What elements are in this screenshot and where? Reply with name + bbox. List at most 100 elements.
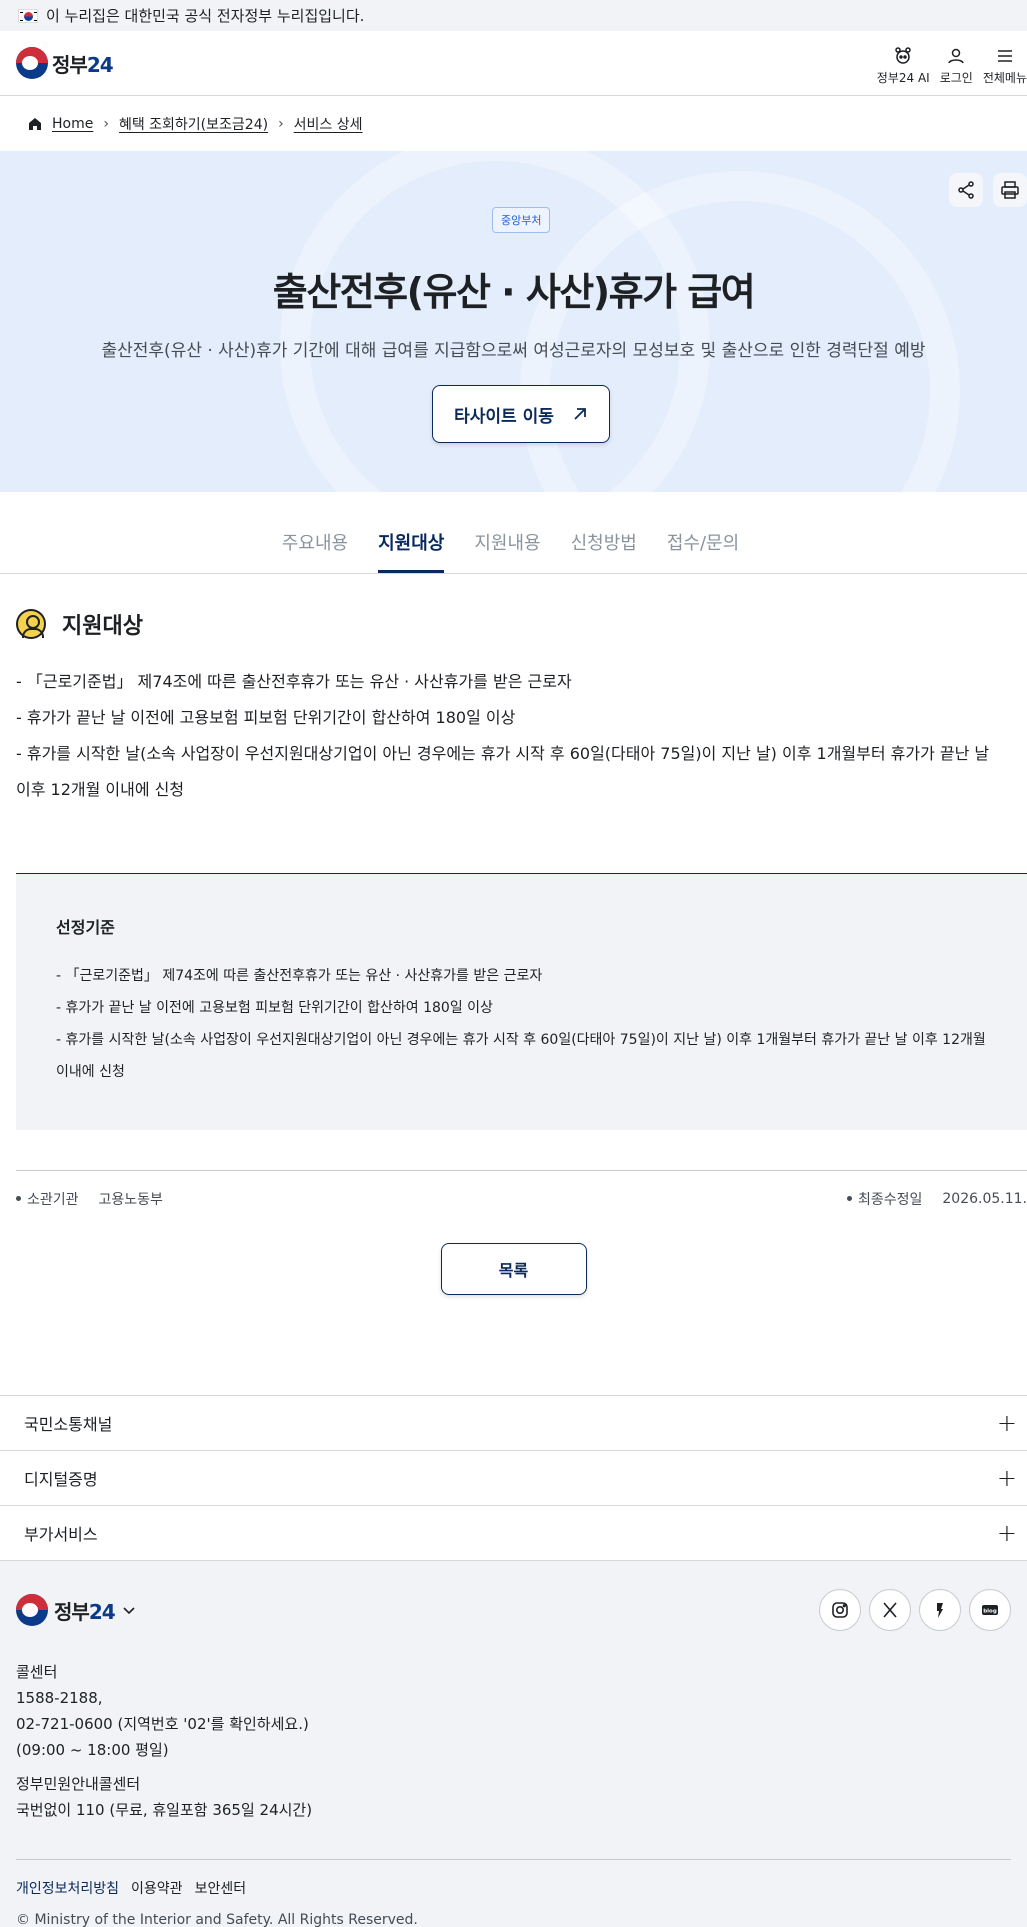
logo-text: 정부 xyxy=(52,52,88,77)
site-footer: 정부24 blog 콜센터 1588-2188, 02-721-0600 (지역… xyxy=(0,1561,1027,1927)
agency-value: 고용노동부 xyxy=(98,1191,163,1208)
section-header: 지원대상 xyxy=(16,608,1027,640)
gov24-logo[interactable]: 정부24 xyxy=(16,47,114,79)
eligibility-list: - 「근로기준법」 제74조에 따른 출산전후휴가 또는 유산 · 사산휴가를 … xyxy=(16,664,1027,808)
section-title: 지원대상 xyxy=(62,614,143,639)
print-button[interactable] xyxy=(993,173,1027,207)
accordion-item-communication[interactable]: 국민소통채널 + xyxy=(0,1396,1027,1451)
gov-center-title: 정부민원안내콜센터 xyxy=(16,1775,141,1793)
footer-logo-dropdown[interactable]: 정부24 xyxy=(16,1594,137,1626)
list-item: - 「근로기준법」 제74조에 따른 출산전후휴가 또는 유산 · 사산휴가를 … xyxy=(56,968,543,984)
accordion-label: 부가서비스 xyxy=(24,1525,98,1544)
chevron-right-icon: › xyxy=(103,115,109,132)
list-item: - 휴가를 시작한 날(소속 사업장이 우선지원대상기업이 아닌 경우에는 휴가… xyxy=(16,744,990,799)
x-icon xyxy=(883,1602,897,1618)
instagram-link[interactable] xyxy=(819,1589,861,1631)
security-center-link[interactable]: 보안센터 xyxy=(195,1878,247,1898)
ai-label: 정부24 AI xyxy=(876,71,930,85)
list-item: - 「근로기준법」 제74조에 따른 출산전후휴가 또는 유산 · 사산휴가를 … xyxy=(16,672,572,691)
service-meta: 소관기관 고용노동부 최종수정일 2026.05.11. xyxy=(16,1170,1027,1226)
page-description: 출산전후(유산 · 사산)휴가 기간에 대해 급여를 지급함으로써 여성근로자의… xyxy=(101,341,926,361)
all-menu-label: 전체메뉴 xyxy=(982,71,1027,85)
terms-link[interactable]: 이용약관 xyxy=(131,1878,183,1898)
user-icon xyxy=(948,48,964,64)
social-links: blog xyxy=(819,1589,1011,1631)
footer-links: 개인정보처리방침 이용약관 보안센터 xyxy=(16,1859,1011,1898)
official-site-banner: 이 누리집은 대한민국 공식 전자정부 누리집입니다. xyxy=(0,0,1027,31)
copyright: © Ministry of the Interior and Safety. A… xyxy=(16,1912,418,1927)
criteria-title: 선정기준 xyxy=(56,918,115,937)
gov-emblem-icon xyxy=(16,1594,48,1626)
external-site-button[interactable]: 타사이트 이동 xyxy=(432,385,610,443)
updated-value: 2026.05.11. xyxy=(942,1190,1027,1207)
selection-criteria-box: 선정기준 - 「근로기준법」 제74조에 따른 출산전후휴가 또는 유산 · 사… xyxy=(16,873,1027,1130)
updated-info: 최종수정일 2026.05.11. xyxy=(846,1189,1027,1209)
call-center-hours: (09:00 ~ 18:00 평일) xyxy=(16,1741,169,1759)
breadcrumb-service-detail[interactable]: 서비스 상세 xyxy=(294,114,363,134)
service-hero: 중앙부처 출산전후(유산 · 사산)휴가 급여 출산전후(유산 · 사산)휴가 … xyxy=(0,151,1027,492)
ai-button[interactable]: 정부24 AI xyxy=(877,46,930,86)
plus-icon: + xyxy=(996,1519,1017,1547)
accordion-item-digital-cert[interactable]: 디지털증명 + xyxy=(0,1451,1027,1506)
external-site-label: 타사이트 이동 xyxy=(454,406,554,427)
eligibility-section: 지원대상 - 「근로기준법」 제74조에 따른 출산전후휴가 또는 유산 · 사… xyxy=(0,608,1027,1295)
list-item: - 휴가가 끝난 날 이전에 고용보험 피보험 단위기간이 합산하여 180일 … xyxy=(16,708,516,727)
kakao-story-link[interactable] xyxy=(919,1589,961,1631)
login-label: 로그인 xyxy=(939,71,973,85)
share-icon xyxy=(958,181,974,199)
menu-icon xyxy=(997,50,1012,62)
login-button[interactable]: 로그인 xyxy=(940,46,973,86)
gov-emblem-icon xyxy=(16,47,48,79)
agency-label: 소관기관 xyxy=(27,1191,79,1208)
hero-tools xyxy=(949,173,1027,207)
logo-number: 24 xyxy=(86,52,114,77)
all-menu-button[interactable]: 전체메뉴 xyxy=(983,46,1027,86)
svg-text:blog: blog xyxy=(983,1609,997,1615)
page-title: 출산전후(유산 · 사산)휴가 급여 xyxy=(272,270,756,314)
list-button[interactable]: 목록 xyxy=(440,1243,587,1295)
share-button[interactable] xyxy=(949,173,983,207)
blog-icon: blog xyxy=(982,1605,998,1615)
tab-support-details[interactable]: 지원내용 xyxy=(474,529,540,573)
accordion-item-extra-services[interactable]: 부가서비스 + xyxy=(0,1506,1027,1561)
x-link[interactable] xyxy=(869,1589,911,1631)
arrow-up-right-icon xyxy=(574,408,586,420)
call-center-title: 콜센터 xyxy=(16,1663,58,1681)
content-tabs: 주요내용 지원대상 지원내용 신청방법 접수/문의 xyxy=(0,492,1027,574)
tab-overview[interactable]: 주요내용 xyxy=(282,529,348,573)
tab-how-to-apply[interactable]: 신청방법 xyxy=(571,529,637,573)
chevron-right-icon: › xyxy=(278,115,284,132)
list-item: - 휴가를 시작한 날(소속 사업장이 우선지원대상기업이 아닌 경우에는 휴가… xyxy=(56,1032,986,1080)
breadcrumb: Home › 혜택 조회하기(보조금24) › 서비스 상세 xyxy=(0,96,1027,151)
plus-icon: + xyxy=(996,1464,1017,1492)
tab-eligibility[interactable]: 지원대상 xyxy=(378,529,445,573)
footer-accordion: 국민소통채널 + 디지털증명 + 부가서비스 + xyxy=(0,1395,1027,1561)
tab-contact[interactable]: 접수/문의 xyxy=(667,529,739,573)
header-actions: 정부24 AI 로그인 전체메뉴 xyxy=(877,40,1027,86)
instagram-icon xyxy=(832,1602,848,1618)
call-center-line2: 02-721-0600 (지역번호 '02'를 확인하세요.) xyxy=(16,1715,309,1733)
official-site-text: 이 누리집은 대한민국 공식 전자정부 누리집입니다. xyxy=(46,7,365,25)
site-header: 정부24 정부24 AI 로그인 전체메뉴 xyxy=(0,31,1027,96)
privacy-policy-link[interactable]: 개인정보처리방침 xyxy=(16,1878,119,1898)
department-badge: 중앙부처 xyxy=(492,207,551,233)
chevron-down-icon xyxy=(123,1607,135,1615)
print-icon xyxy=(1001,181,1019,199)
person-icon xyxy=(16,609,46,639)
updated-label: 최종수정일 xyxy=(857,1191,923,1208)
home-icon xyxy=(29,117,41,130)
logo-number: 24 xyxy=(88,1599,116,1624)
ai-robot-icon xyxy=(895,47,911,64)
accordion-label: 디지털증명 xyxy=(24,1470,98,1489)
call-center-line1: 1588-2188, xyxy=(16,1689,103,1707)
list-item: - 휴가가 끝난 날 이전에 고용보험 피보험 단위기간이 합산하여 180일 … xyxy=(56,1000,493,1016)
contact-info: 콜센터 1588-2188, 02-721-0600 (지역번호 '02'를 확… xyxy=(16,1659,1011,1823)
korea-flag-icon xyxy=(18,8,38,23)
accordion-label: 국민소통채널 xyxy=(24,1415,113,1434)
breadcrumb-home[interactable]: Home xyxy=(52,116,93,132)
blog-link[interactable]: blog xyxy=(969,1589,1011,1631)
breadcrumb-benefits[interactable]: 혜택 조회하기(보조금24) xyxy=(119,114,268,134)
gov-center-line: 국번없이 110 (무료, 휴일포함 365일 24시간) xyxy=(16,1801,313,1819)
plus-icon: + xyxy=(996,1409,1017,1437)
agency-info: 소관기관 고용노동부 xyxy=(16,1189,163,1209)
